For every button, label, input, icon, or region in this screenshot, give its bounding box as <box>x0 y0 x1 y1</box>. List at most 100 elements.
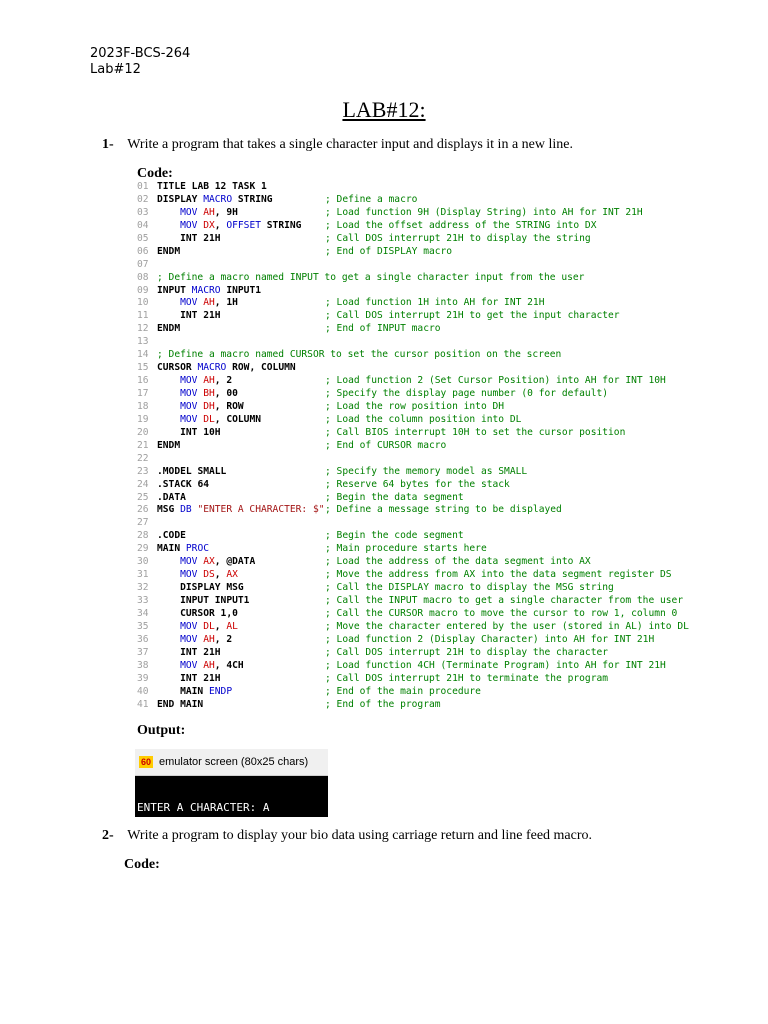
code-statement: ENDM <box>157 245 181 257</box>
line-number: 13 <box>137 336 149 348</box>
code-statement: END MAIN <box>157 698 204 710</box>
code-comment: ; Move the character entered by the user… <box>325 620 689 632</box>
code-statement: INT 21H <box>180 672 221 684</box>
code-line: 13 <box>137 336 689 349</box>
code-line: 01 TITLE LAB 12 TASK 1 <box>137 181 689 194</box>
code-line: 19 MOV DL, COLUMN ; Load the column posit… <box>137 414 689 427</box>
line-number: 27 <box>137 517 149 529</box>
code-line: 17 MOV BH, 00 ; Specify the display page … <box>137 388 689 401</box>
code-line: 02 DISPLAY MACRO STRING ; Define a macro <box>137 194 689 207</box>
line-number: 03 <box>137 206 149 218</box>
code-statement: CURSOR 1,0 <box>180 607 238 619</box>
line-number: 01 <box>137 181 149 192</box>
code-comment: ; Begin the data segment <box>325 491 464 503</box>
line-number: 15 <box>137 362 149 374</box>
code-statement: TITLE LAB 12 TASK 1 <box>157 181 267 192</box>
line-number: 30 <box>137 556 149 568</box>
code-comment: ; Load function 9H (Display String) into… <box>325 206 643 218</box>
code-comment: ; End of the main procedure <box>325 685 481 697</box>
code-line: 32 DISPLAY MSG ; Call the DISPLAY macro t… <box>137 582 689 595</box>
code-comment: ; Define a macro named INPUT to get a si… <box>157 271 585 283</box>
code-statement: MOV DH, ROW <box>180 400 244 412</box>
line-number: 14 <box>137 349 149 361</box>
code-line: 03 MOV AH, 9H ; Load function 9H (Display… <box>137 207 689 220</box>
code-line: 09 INPUT MACRO INPUT1 <box>137 285 689 298</box>
question-1: 1- Write a program that takes a single c… <box>102 137 573 153</box>
line-number: 22 <box>137 452 149 464</box>
code-comment: ; End of the program <box>325 698 441 710</box>
code-comment: ; Load the column position into DL <box>325 413 522 425</box>
line-number: 26 <box>137 504 149 516</box>
code-comment: ; Call the INPUT macro to get a single c… <box>325 595 684 606</box>
code-comment: ; Define a message string to be displaye… <box>325 504 562 516</box>
code-comment: ; Load function 2 (Display Character) in… <box>325 633 655 645</box>
code-line: 30 MOV AX, @DATA ; Load the address of th… <box>137 556 689 569</box>
page-title: LAB#12: <box>342 97 426 122</box>
code-statement: MOV BH, 00 <box>180 388 238 399</box>
output-label: Output: <box>137 723 186 738</box>
line-number: 32 <box>137 582 149 594</box>
code-statement: INPUT INPUT1 <box>180 595 250 606</box>
code-line: 07 <box>137 259 689 272</box>
code-comment: ; End of DISPLAY macro <box>325 245 453 257</box>
line-number: 10 <box>137 297 149 309</box>
code-line: 31 MOV DS, AX ; Move the address from AX … <box>137 569 689 582</box>
line-number: 36 <box>137 633 149 645</box>
code-line: 10 MOV AH, 1H ; Load function 1H into AH … <box>137 297 689 310</box>
line-number: 40 <box>137 685 149 697</box>
line-number: 21 <box>137 439 149 451</box>
code-statement: INT 21H <box>180 646 221 658</box>
code-comment: ; End of CURSOR macro <box>325 439 447 451</box>
code-statement: INT 21H <box>180 232 221 244</box>
code-comment: ; Load the offset address of the STRING … <box>325 219 597 231</box>
code-statement: INT 21H <box>180 310 221 322</box>
code-statement: INPUT MACRO INPUT1 <box>157 284 261 296</box>
question-text: Write a program to display your bio data… <box>127 828 593 843</box>
question-2: 2- Write a program to display your bio d… <box>102 828 592 844</box>
code-comment: ; Load function 4CH (Terminate Program) … <box>325 659 666 671</box>
emulator-title-bar: 60 emulator screen (80x25 chars) <box>135 749 328 776</box>
code-statement: MOV DL, AL <box>180 620 238 632</box>
code-line: 12 ENDM ; End of INPUT macro <box>137 323 689 336</box>
code-statement: MAIN PROC <box>157 543 209 555</box>
code-line: 21 ENDM ; End of CURSOR macro <box>137 440 689 453</box>
code-comment: ; Reserve 64 bytes for the stack <box>325 478 510 490</box>
code-line: 37 INT 21H ; Call DOS interrupt 21H to di… <box>137 647 689 660</box>
question-number: 2- <box>102 828 114 843</box>
code-comment: ; Define a macro <box>325 193 418 205</box>
line-number: 17 <box>137 388 149 399</box>
code-comment: ; Call BIOS interrupt 10H to set the cur… <box>325 426 626 438</box>
line-number: 09 <box>137 284 149 296</box>
code-comment: ; Call the DISPLAY macro to display the … <box>325 582 614 594</box>
line-number: 05 <box>137 232 149 244</box>
code-comment: ; Load the row position into DH <box>325 400 505 412</box>
question-text: Write a program that takes a single char… <box>127 137 573 152</box>
code-line: 29 MAIN PROC ; Main procedure starts here <box>137 543 689 556</box>
line-number: 39 <box>137 672 149 684</box>
code-statement: ENDM <box>157 439 181 451</box>
code-comment: ; Move the address from AX into the data… <box>325 569 672 581</box>
code-comment: ; Call the CURSOR macro to move the curs… <box>325 607 678 619</box>
code-statement: MOV AH, 9H <box>180 206 238 218</box>
code-statement: MOV AH, 4CH <box>180 659 244 671</box>
code-comment: ; Begin the code segment <box>325 530 464 542</box>
code-line: 06 ENDM ; End of DISPLAY macro <box>137 246 689 259</box>
code-line: 14 ; Define a macro named CURSOR to set t… <box>137 349 689 362</box>
code-line: 05 INT 21H ; Call DOS interrupt 21H to di… <box>137 233 689 246</box>
line-number: 08 <box>137 271 149 283</box>
line-number: 34 <box>137 607 149 619</box>
code-listing: 01 TITLE LAB 12 TASK 1 02 DISPLAY MACRO STR… <box>137 181 689 711</box>
document-header: 2023F-BCS-264 Lab#12 <box>90 46 190 78</box>
line-number: 31 <box>137 569 149 581</box>
code-line: 41 END MAIN ; End of the program <box>137 699 689 712</box>
code-comment: ; Load the address of the data segment i… <box>325 556 591 568</box>
emulator-screen: ENTER A CHARACTER: A A <box>135 776 328 850</box>
code-statement: .STACK 64 <box>157 478 209 490</box>
code-line: 27 <box>137 517 689 530</box>
code-line: 20 INT 10H ; Call BIOS interrupt 10H to s… <box>137 427 689 440</box>
code-line: 22 <box>137 453 689 466</box>
code-statement: MOV AH, 2 <box>180 633 233 645</box>
code-comment: ; Specify the display page number (0 for… <box>325 388 609 399</box>
code-statement: CURSOR MACRO ROW, COLUMN <box>157 362 296 374</box>
code-statement: MOV AH, 1H <box>180 297 238 309</box>
